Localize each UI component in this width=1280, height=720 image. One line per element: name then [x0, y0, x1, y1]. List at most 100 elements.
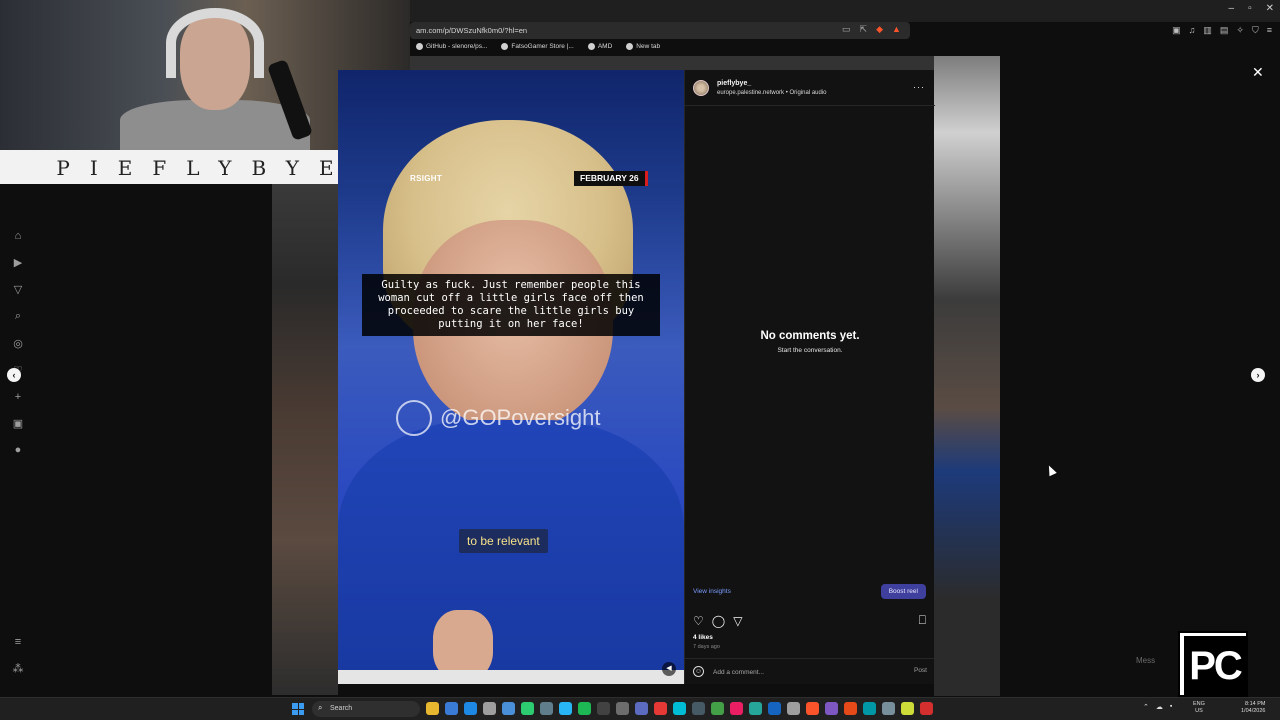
watermark: @GOPoversight — [396, 400, 601, 436]
taskbar-app-icon[interactable] — [749, 702, 762, 715]
view-insights-link[interactable]: View insights — [693, 588, 731, 595]
profile-icon[interactable]: ● — [15, 444, 22, 456]
taskbar-app-icon[interactable] — [768, 702, 781, 715]
brave-rewards-icon[interactable]: ▲ — [892, 24, 901, 35]
taskbar-app-icon[interactable] — [654, 702, 667, 715]
messages-pill[interactable]: Mess — [1136, 656, 1155, 665]
bookmarks-bar: GitHub - slenore/ps... FatsoGamer Store … — [410, 40, 660, 54]
taskbar-app-icon[interactable] — [635, 702, 648, 715]
emoji-icon[interactable]: ☺ — [693, 666, 704, 677]
bookmark-amd[interactable]: AMD — [587, 43, 612, 51]
wallet-icon[interactable]: ▤ — [1220, 25, 1229, 36]
taskbar-app-icon[interactable] — [920, 702, 933, 715]
boost-reel-button[interactable]: Boost reel — [880, 584, 926, 599]
search-icon: ⌕ — [318, 703, 323, 712]
address-bar[interactable]: am.com/p/DWSzuNfk0m0/?hl=en — [410, 22, 910, 39]
more-options-icon[interactable]: ··· — [913, 82, 925, 92]
github-icon — [416, 43, 423, 51]
more-menu-icon[interactable]: ≡ — [15, 636, 21, 648]
language-indicator[interactable]: ENG US — [1193, 701, 1205, 715]
taskbar-app-icon[interactable] — [787, 702, 800, 715]
extensions-icon[interactable]: ✧ — [1236, 25, 1244, 36]
taskbar-app-icon[interactable] — [521, 702, 534, 715]
taskbar-app-icon[interactable] — [711, 702, 724, 715]
heart-icon[interactable]: ♡ — [693, 614, 704, 628]
left-nav-rail: ⌂ ▶ ▽ ⌕ ◎ ♡ + ▣ ● — [0, 230, 36, 456]
reel-video[interactable]: RSIGHT FEBRUARY 26 Guilty as fuck. Just … — [338, 70, 684, 684]
windows-start-icon[interactable] — [292, 703, 304, 715]
taskbar-search[interactable]: ⌕ Search — [312, 701, 420, 717]
bookmark-github[interactable]: GitHub - slenore/ps... — [416, 43, 487, 51]
clock-date: 1/04/2026 — [1241, 708, 1266, 714]
taskbar-app-icon[interactable] — [692, 702, 705, 715]
pc-logo: PC — [1178, 631, 1248, 697]
taskbar-app-icon[interactable] — [559, 702, 572, 715]
comment-input[interactable] — [713, 665, 883, 679]
maximize-button[interactable]: ▫ — [1248, 3, 1252, 14]
dashboard-icon[interactable]: ▣ — [13, 417, 23, 430]
taskbar-app-icon[interactable] — [540, 702, 553, 715]
clock-time: 8:14 PM — [1244, 701, 1266, 707]
threads-icon[interactable]: ⁂ — [13, 662, 24, 675]
tray-chevron-icon[interactable]: ⌃ — [1143, 703, 1149, 711]
create-icon[interactable]: + — [15, 391, 21, 403]
taskbar-app-icon[interactable] — [426, 702, 439, 715]
bookmark-icon[interactable]: ⎕ — [919, 613, 926, 628]
previous-post-button[interactable]: ‹ — [7, 368, 21, 382]
taskbar-app-icon[interactable] — [825, 702, 838, 715]
taskbar-app-icon[interactable] — [445, 702, 458, 715]
seal-icon — [396, 400, 432, 436]
taskbar-app-icon[interactable] — [863, 702, 876, 715]
likes-count[interactable]: 4 likes — [693, 634, 713, 641]
explore-icon[interactable]: ◎ — [13, 337, 23, 350]
reels-icon[interactable]: ▶ — [14, 256, 22, 269]
home-icon[interactable]: ⌂ — [15, 230, 22, 242]
cloud-icon[interactable]: ☁ — [1156, 703, 1163, 711]
taskbar-app-icon[interactable] — [616, 702, 629, 715]
avatar[interactable] — [693, 80, 709, 96]
background-grid-column-right[interactable] — [934, 56, 1000, 696]
post-comment-button[interactable]: Post — [914, 667, 927, 674]
cast-icon[interactable]: ▭ — [842, 24, 851, 35]
source-tag: RSIGHT — [410, 174, 443, 183]
close-icon[interactable]: ✕ — [1252, 64, 1264, 81]
bookmark-new-tab[interactable]: New tab — [626, 43, 660, 51]
close-window-button[interactable]: ✕ — [1266, 3, 1274, 14]
taskbar-app-icon[interactable] — [673, 702, 686, 715]
messages-icon[interactable]: ▽ — [14, 283, 22, 296]
taskbar-app-icon[interactable] — [597, 702, 610, 715]
taskbar-app-icon[interactable] — [730, 702, 743, 715]
taskbar-app-icon[interactable] — [464, 702, 477, 715]
post-header: pieflybye_ europe.palestine.network • Or… — [685, 70, 935, 106]
post-username[interactable]: pieflybye_ — [717, 80, 751, 87]
windows-taskbar: ⌕ Search ⌃ ☁ ▪ ENG US 8:14 PM 1/04/2026 — [0, 697, 1280, 720]
media-icon[interactable]: ♫ — [1189, 25, 1196, 36]
mute-icon[interactable]: ◀ — [662, 662, 676, 676]
taskbar-app-icon[interactable] — [882, 702, 895, 715]
taskbar-app-icon[interactable] — [578, 702, 591, 715]
taskbar-app-icon[interactable] — [502, 702, 515, 715]
taskbar-clock[interactable]: 8:14 PM 1/04/2026 — [1241, 701, 1265, 715]
post-audio-line[interactable]: europe.palestine.network • Original audi… — [717, 90, 827, 96]
taskbar-app-icon[interactable] — [806, 702, 819, 715]
date-tag: FEBRUARY 26 — [574, 171, 648, 186]
next-post-button[interactable]: › — [1251, 368, 1265, 382]
comment-icon[interactable]: ◯ — [712, 614, 725, 628]
share-icon[interactable]: ▽ — [733, 614, 742, 628]
share-page-icon[interactable]: ⇱ — [860, 24, 868, 35]
app-tray-icon[interactable]: ▪ — [1170, 703, 1172, 711]
taskbar-app-icon[interactable] — [901, 702, 914, 715]
brave-shields-icon[interactable]: ◆ — [876, 24, 883, 35]
store-icon — [501, 43, 509, 51]
extension-icons: ▣ ♫ ▥ ▤ ✧ ⛉ ≡ — [1172, 25, 1272, 36]
sidebar-icon[interactable]: ▥ — [1203, 25, 1212, 36]
minimize-button[interactable]: – — [1229, 3, 1235, 14]
taskbar-app-icon[interactable] — [844, 702, 857, 715]
taskbar-app-icon[interactable] — [483, 702, 496, 715]
screenshot-icon[interactable]: ▣ — [1172, 25, 1181, 36]
vpn-icon[interactable]: ⛉ — [1252, 25, 1259, 36]
menu-icon[interactable]: ≡ — [1267, 25, 1272, 36]
bookmark-fatsogamer[interactable]: FatsoGamer Store |... — [501, 43, 574, 51]
background-grid-column-left[interactable] — [272, 183, 338, 695]
search-icon[interactable]: ⌕ — [15, 310, 21, 323]
